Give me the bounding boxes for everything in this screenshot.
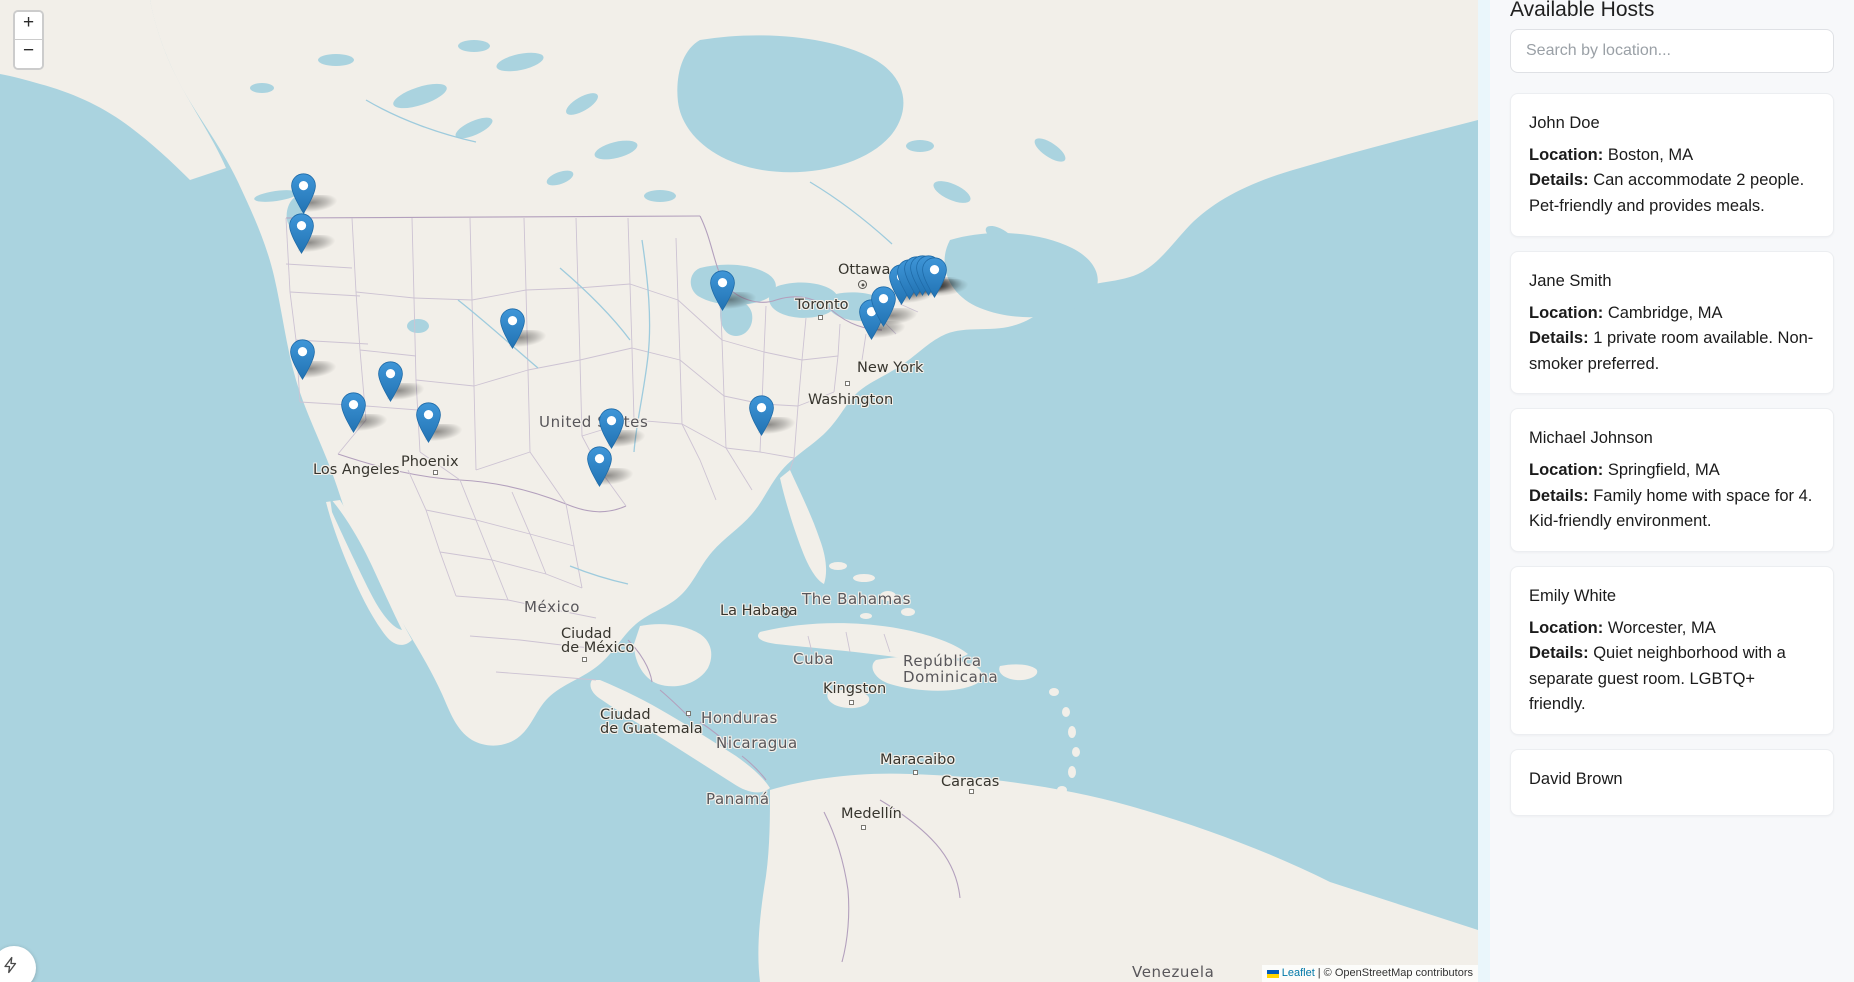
location-label: Location:: [1529, 145, 1604, 164]
host-name: Emily White: [1529, 586, 1617, 605]
marker-los-angeles[interactable]: [341, 392, 391, 433]
marker-seattle[interactable]: [291, 173, 341, 214]
lightning-bolt-icon: [4, 956, 17, 974]
host-location-value: Springfield, MA: [1603, 461, 1720, 480]
host-details-line: Details: Can accommodate 2 people. Pet-f…: [1529, 168, 1815, 219]
marker-boston[interactable]: [922, 257, 972, 298]
zoom-in-button[interactable]: +: [15, 12, 42, 40]
map-basemap-graphic: .land { fill:#f2efe9; } .water { fill:#a…: [0, 0, 1478, 982]
map-attribution: Leaflet | © OpenStreetMap contributors: [1261, 965, 1478, 982]
zoom-out-button[interactable]: −: [15, 40, 42, 68]
ukraine-flag-icon: [1266, 969, 1279, 978]
host-list: John Doe Location: Boston, MA Details: Can…: [1510, 93, 1834, 816]
details-label: Details:: [1529, 329, 1589, 348]
host-details-line: Details: 1 private room available. Non-s…: [1529, 326, 1815, 377]
app-root: .land { fill:#f2efe9; } .water { fill:#a…: [0, 0, 1854, 982]
location-label: Location:: [1529, 618, 1604, 637]
marker-phoenix[interactable]: [416, 402, 466, 443]
host-name: John Doe: [1529, 114, 1600, 132]
marker-dallas[interactable]: [599, 408, 649, 449]
marker-san-francisco[interactable]: [290, 339, 340, 380]
map-zoom-control[interactable]: + −: [13, 10, 44, 70]
map-sidebar-gap: [1478, 0, 1490, 982]
search-input[interactable]: [1510, 29, 1834, 73]
host-card[interactable]: Michael Johnson Location: Springfield, MA…: [1510, 408, 1834, 552]
host-location-value: Worcester, MA: [1603, 618, 1716, 637]
host-location-line: Location: Springfield, MA: [1529, 458, 1815, 484]
page-title: Available Hosts: [1510, 0, 1655, 19]
host-details-line: Details: Quiet neighborhood with a separ…: [1529, 641, 1815, 718]
host-card[interactable]: Emily White Location: Worcester, MA Detail…: [1510, 565, 1834, 735]
host-location-line: Location: Cambridge, MA: [1529, 301, 1815, 327]
location-label: Location:: [1529, 461, 1604, 480]
host-card[interactable]: Jane Smith Location: Cambridge, MA Details…: [1510, 250, 1834, 395]
map-tile-layer: .land { fill:#f2efe9; } .water { fill:#a…: [0, 0, 1478, 982]
marker-las-vegas[interactable]: [378, 361, 428, 402]
host-details-line: Details: Family home with space for 4. K…: [1529, 484, 1815, 535]
location-label: Location:: [1529, 303, 1604, 322]
map-pane[interactable]: .land { fill:#f2efe9; } .water { fill:#a…: [0, 0, 1478, 982]
marker-denver[interactable]: [500, 308, 550, 349]
attribution-separator: |: [1317, 967, 1321, 980]
host-location-line: Location: Boston, MA: [1529, 143, 1815, 169]
osm-attribution-text: © OpenStreetMap contributors: [1323, 967, 1473, 980]
leaflet-link[interactable]: Leaflet: [1282, 966, 1315, 981]
marker-chicago[interactable]: [710, 270, 760, 311]
host-location-value: Boston, MA: [1603, 145, 1694, 164]
details-label: Details:: [1529, 486, 1589, 505]
details-label: Details:: [1529, 644, 1589, 663]
marker-portland[interactable]: [289, 213, 339, 254]
host-location-value: Cambridge, MA: [1603, 303, 1723, 322]
host-card[interactable]: David Brown: [1510, 749, 1834, 816]
host-name: Michael Johnson: [1529, 429, 1653, 448]
host-location-line: Location: Worcester, MA: [1529, 616, 1815, 642]
details-label: Details:: [1529, 171, 1589, 190]
host-name: Jane Smith: [1529, 271, 1612, 290]
marker-austin[interactable]: [587, 446, 637, 487]
host-name: David Brown: [1529, 770, 1623, 788]
marker-atlanta[interactable]: [749, 395, 799, 436]
hosts-sidebar: Available Hosts John Doe Location: Boston…: [1490, 0, 1854, 982]
host-card[interactable]: John Doe Location: Boston, MA Details: Can…: [1510, 93, 1834, 237]
